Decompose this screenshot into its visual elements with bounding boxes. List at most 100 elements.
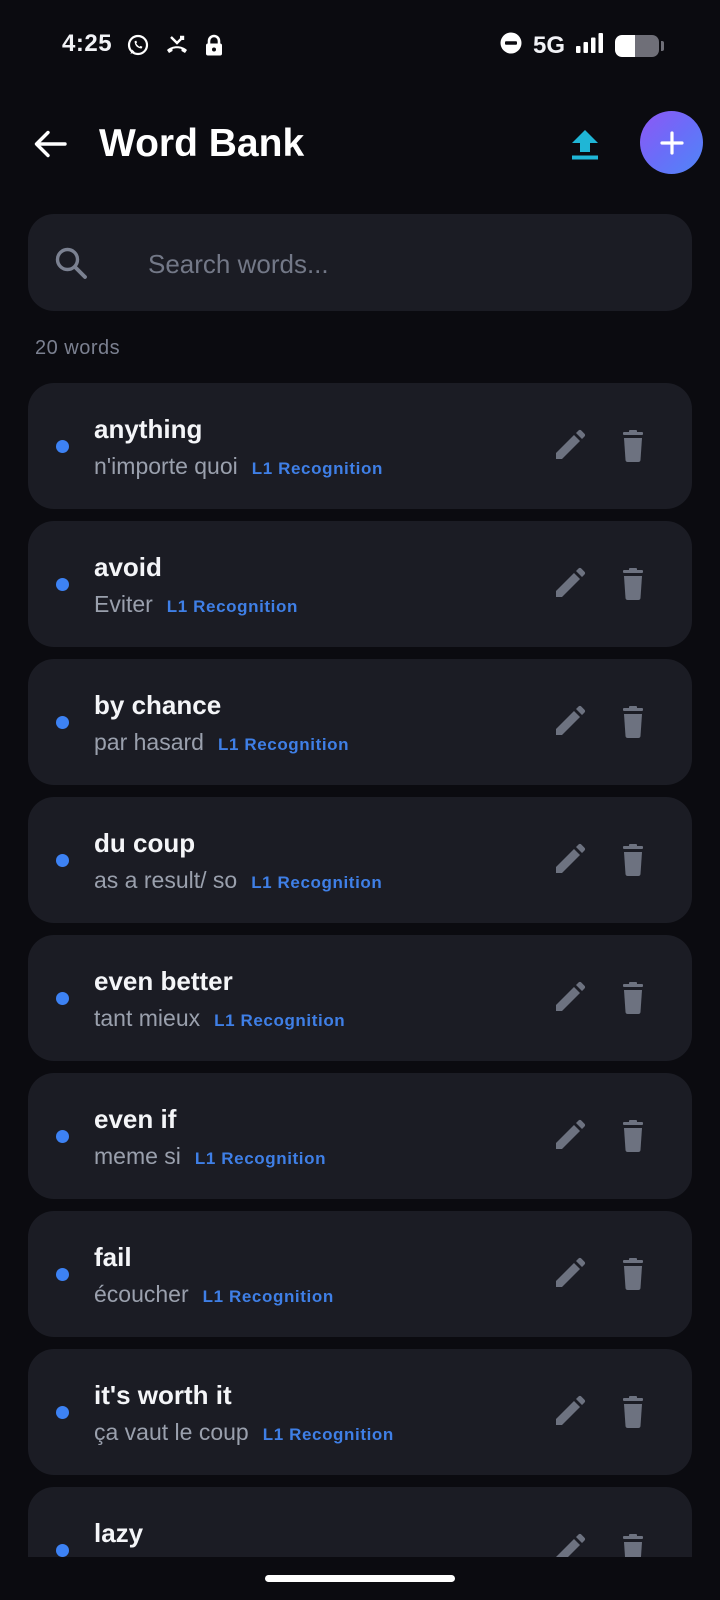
word-meta: par hasard L1 Recognition [94, 729, 349, 756]
upload-icon [572, 130, 598, 160]
pencil-icon [556, 1395, 586, 1425]
word-translation: Eviter [94, 591, 153, 617]
word-term: anything [94, 414, 203, 444]
trash-icon [623, 568, 643, 600]
page-title: Word Bank [99, 122, 305, 165]
pencil-icon [556, 567, 586, 597]
trash-icon [623, 430, 643, 462]
status-dot [56, 1544, 69, 1557]
delete-word-button[interactable] [616, 429, 650, 463]
delete-word-button[interactable] [616, 1119, 650, 1153]
delete-word-button[interactable] [616, 981, 650, 1015]
search-bar[interactable] [28, 214, 692, 311]
word-term: by chance [94, 690, 222, 720]
delete-word-button[interactable] [616, 1395, 650, 1429]
edit-word-button[interactable] [552, 1395, 586, 1429]
trash-icon [623, 1120, 643, 1152]
word-count: 20 words [35, 337, 121, 359]
word-list-item[interactable]: even better tant mieux L1 Recognition [28, 935, 692, 1061]
word-level-badge: L1 Recognition [217, 735, 350, 754]
word-meta: n'importe quoi L1 Recognition [94, 453, 383, 480]
back-button[interactable] [26, 120, 74, 168]
word-list-item[interactable]: avoid Eviter L1 Recognition [28, 521, 692, 647]
word-translation: tant mieux [94, 1005, 201, 1031]
status-dot [56, 854, 69, 867]
word-list-item[interactable]: by chance par hasard L1 Recognition [28, 659, 692, 785]
pencil-icon [556, 1119, 586, 1149]
search-input[interactable] [146, 238, 670, 290]
trash-icon [623, 706, 643, 738]
delete-word-button[interactable] [616, 567, 650, 601]
pencil-icon [556, 843, 586, 873]
add-word-button[interactable] [640, 111, 703, 174]
upload-button[interactable] [562, 122, 608, 168]
network-type: 5G [532, 31, 565, 59]
edit-word-button[interactable] [552, 981, 586, 1015]
word-meta: ça vaut le coup L1 Recognition [94, 1419, 394, 1446]
edit-word-button[interactable] [552, 1257, 586, 1291]
word-list-item[interactable]: du coup as a result/ so L1 Recognition [28, 797, 692, 923]
status-time: 4:25 [62, 30, 113, 57]
trash-icon [623, 844, 643, 876]
word-translation: meme si [94, 1143, 181, 1169]
missed-call-icon [164, 33, 190, 62]
word-list-item[interactable]: anything n'importe quoi L1 Recognition [28, 383, 692, 509]
word-list-item[interactable]: lazy [28, 1487, 692, 1557]
trash-icon [623, 1258, 643, 1290]
edit-word-button[interactable] [552, 1119, 586, 1153]
lock-icon [204, 34, 224, 61]
battery-tip [661, 40, 664, 51]
word-level-badge: L1 Recognition [262, 1425, 394, 1444]
delete-word-button[interactable] [616, 843, 650, 877]
word-list[interactable]: anything n'importe quoi L1 Recognition a… [28, 383, 692, 1557]
word-meta: as a result/ so L1 Recognition [94, 867, 382, 894]
delete-word-button[interactable] [616, 1533, 650, 1557]
pencil-icon [556, 1257, 586, 1287]
word-translation: n'importe quoi [94, 453, 238, 479]
word-level-badge: L1 Recognition [194, 1149, 327, 1168]
word-term: avoid [94, 552, 162, 582]
edit-word-button[interactable] [552, 567, 586, 601]
word-term: fail [94, 1242, 132, 1272]
search-icon [55, 247, 87, 279]
pencil-icon [556, 1533, 586, 1557]
status-notification-icons [126, 33, 224, 62]
word-level-badge: L1 Recognition [214, 1011, 346, 1030]
arrow-left-icon [34, 130, 67, 158]
word-meta: écoucher L1 Recognition [94, 1281, 334, 1308]
status-dot [56, 1406, 69, 1419]
pencil-icon [556, 981, 586, 1011]
trash-icon [623, 982, 643, 1014]
status-dot [56, 716, 69, 729]
word-term: du coup [94, 828, 196, 858]
plus-icon [659, 130, 684, 155]
delete-word-button[interactable] [616, 705, 650, 739]
word-term: even if [94, 1104, 177, 1134]
status-dot [56, 992, 69, 1005]
status-dot [56, 1268, 69, 1281]
word-level-badge: L1 Recognition [202, 1287, 334, 1306]
status-dot [56, 440, 69, 453]
word-term: it's worth it [94, 1380, 232, 1410]
delete-word-button[interactable] [616, 1257, 650, 1291]
edit-word-button[interactable] [552, 429, 586, 463]
word-translation: ça vaut le coup [94, 1419, 249, 1445]
trash-icon [623, 1396, 643, 1428]
word-list-item[interactable]: even if meme si L1 Recognition [28, 1073, 692, 1199]
word-meta: meme si L1 Recognition [94, 1143, 326, 1170]
trash-icon [623, 1534, 643, 1557]
word-meta: Eviter L1 Recognition [94, 591, 298, 618]
word-list-item[interactable]: it's worth it ça vaut le coup L1 Recogni… [28, 1349, 692, 1475]
status-dot [56, 578, 69, 591]
word-list-item[interactable]: fail écoucher L1 Recognition [28, 1211, 692, 1337]
edit-word-button[interactable] [552, 705, 586, 739]
edit-word-button[interactable] [552, 843, 586, 877]
pencil-icon [556, 705, 586, 735]
home-indicator[interactable] [265, 1575, 455, 1582]
status-system-icons: 5G [499, 31, 664, 60]
app-header: Word Bank [0, 108, 720, 180]
battery-fill [615, 34, 635, 57]
battery-icon [615, 34, 664, 57]
do-not-disturb-icon [499, 31, 523, 60]
edit-word-button[interactable] [552, 1533, 586, 1557]
